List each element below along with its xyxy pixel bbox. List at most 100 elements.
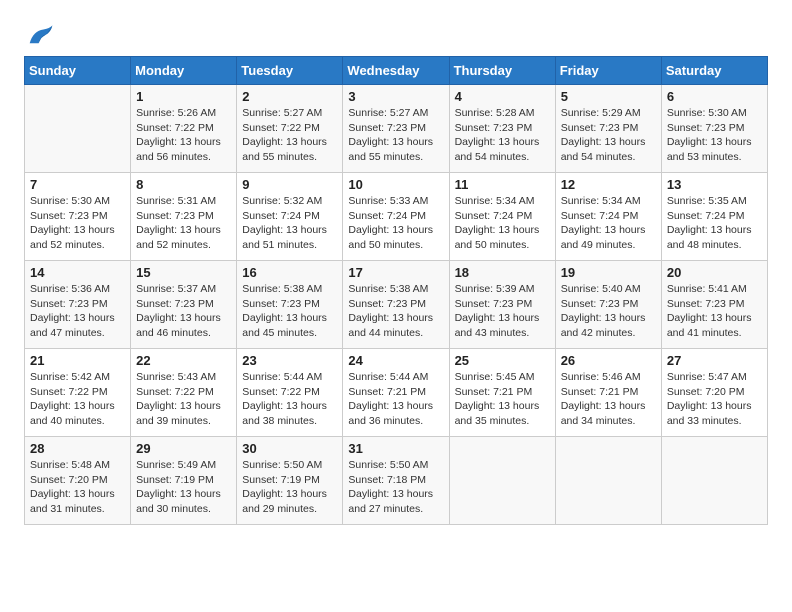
calendar-week-row: 21Sunrise: 5:42 AMSunset: 7:22 PMDayligh… <box>25 349 768 437</box>
calendar-cell: 26Sunrise: 5:46 AMSunset: 7:21 PMDayligh… <box>555 349 661 437</box>
calendar-cell: 5 Sunrise: 5:29 AMSunset: 7:23 PMDaylight… <box>555 85 661 173</box>
calendar-cell: 19Sunrise: 5:40 AMSunset: 7:23 PMDayligh… <box>555 261 661 349</box>
calendar-cell: 15Sunrise: 5:37 AMSunset: 7:23 PMDayligh… <box>131 261 237 349</box>
cell-line: and 54 minutes. <box>455 150 550 165</box>
cell-content: Sunrise: 5:27 AMSunset: 7:23 PMDaylight:… <box>348 106 443 165</box>
cell-line: Sunset: 7:22 PM <box>242 385 337 400</box>
cell-line: Sunrise: 5:29 AM <box>561 106 656 121</box>
calendar-cell: 17Sunrise: 5:38 AMSunset: 7:23 PMDayligh… <box>343 261 449 349</box>
cell-line: Sunrise: 5:44 AM <box>348 370 443 385</box>
calendar-cell: 20Sunrise: 5:41 AMSunset: 7:23 PMDayligh… <box>661 261 767 349</box>
weekday-header: Thursday <box>449 57 555 85</box>
cell-line: Sunset: 7:23 PM <box>136 297 231 312</box>
cell-line: and 41 minutes. <box>667 326 762 341</box>
cell-line: Sunset: 7:23 PM <box>667 121 762 136</box>
cell-line: and 30 minutes. <box>136 502 231 517</box>
cell-line: and 53 minutes. <box>667 150 762 165</box>
cell-line: Daylight: 13 hours <box>348 311 443 326</box>
cell-line: and 54 minutes. <box>561 150 656 165</box>
calendar-cell: 14Sunrise: 5:36 AMSunset: 7:23 PMDayligh… <box>25 261 131 349</box>
day-number: 13 <box>667 177 762 192</box>
day-number: 1 <box>136 89 231 104</box>
logo-bird-icon <box>26 24 54 46</box>
day-number: 27 <box>667 353 762 368</box>
cell-line: Sunset: 7:23 PM <box>455 297 550 312</box>
cell-line: Daylight: 13 hours <box>242 399 337 414</box>
cell-content: Sunrise: 5:50 AMSunset: 7:18 PMDaylight:… <box>348 458 443 517</box>
cell-line: Daylight: 13 hours <box>30 399 125 414</box>
cell-line: Sunset: 7:20 PM <box>667 385 762 400</box>
calendar-cell <box>661 437 767 525</box>
cell-line: and 55 minutes. <box>348 150 443 165</box>
day-number: 3 <box>348 89 443 104</box>
cell-line: and 42 minutes. <box>561 326 656 341</box>
cell-line: and 56 minutes. <box>136 150 231 165</box>
cell-line: Daylight: 13 hours <box>561 223 656 238</box>
cell-line: and 43 minutes. <box>455 326 550 341</box>
cell-line: Sunrise: 5:38 AM <box>242 282 337 297</box>
cell-line: Sunset: 7:23 PM <box>561 121 656 136</box>
cell-line: Sunset: 7:23 PM <box>455 121 550 136</box>
cell-line: Sunset: 7:24 PM <box>561 209 656 224</box>
cell-line: Daylight: 13 hours <box>667 223 762 238</box>
cell-line: Sunrise: 5:37 AM <box>136 282 231 297</box>
cell-line: Daylight: 13 hours <box>455 311 550 326</box>
day-number: 4 <box>455 89 550 104</box>
cell-line: Sunset: 7:22 PM <box>30 385 125 400</box>
cell-line: Sunset: 7:24 PM <box>348 209 443 224</box>
calendar-table: SundayMondayTuesdayWednesdayThursdayFrid… <box>24 56 768 525</box>
calendar-week-row: 28Sunrise: 5:48 AMSunset: 7:20 PMDayligh… <box>25 437 768 525</box>
cell-line: Sunrise: 5:50 AM <box>348 458 443 473</box>
cell-line: Daylight: 13 hours <box>455 223 550 238</box>
weekday-header: Friday <box>555 57 661 85</box>
cell-line: Sunrise: 5:44 AM <box>242 370 337 385</box>
day-number: 30 <box>242 441 337 456</box>
cell-line: and 47 minutes. <box>30 326 125 341</box>
day-number: 17 <box>348 265 443 280</box>
cell-line: Sunrise: 5:26 AM <box>136 106 231 121</box>
cell-line: and 33 minutes. <box>667 414 762 429</box>
cell-line: Daylight: 13 hours <box>561 135 656 150</box>
cell-line: Sunset: 7:23 PM <box>30 297 125 312</box>
cell-line: Sunset: 7:22 PM <box>136 385 231 400</box>
day-number: 24 <box>348 353 443 368</box>
cell-line: Daylight: 13 hours <box>136 135 231 150</box>
cell-content: Sunrise: 5:40 AMSunset: 7:23 PMDaylight:… <box>561 282 656 341</box>
day-number: 11 <box>455 177 550 192</box>
day-number: 14 <box>30 265 125 280</box>
cell-line: Sunset: 7:24 PM <box>455 209 550 224</box>
cell-line: Sunset: 7:20 PM <box>30 473 125 488</box>
cell-line: and 52 minutes. <box>136 238 231 253</box>
day-number: 5 <box>561 89 656 104</box>
cell-line: and 48 minutes. <box>667 238 762 253</box>
cell-content: Sunrise: 5:45 AMSunset: 7:21 PMDaylight:… <box>455 370 550 429</box>
cell-line: Sunset: 7:23 PM <box>242 297 337 312</box>
cell-line: Sunset: 7:23 PM <box>30 209 125 224</box>
cell-line: Daylight: 13 hours <box>667 135 762 150</box>
day-number: 26 <box>561 353 656 368</box>
cell-line: Sunrise: 5:34 AM <box>455 194 550 209</box>
cell-line: Sunset: 7:22 PM <box>242 121 337 136</box>
cell-content: Sunrise: 5:50 AMSunset: 7:19 PMDaylight:… <box>242 458 337 517</box>
calendar-cell: 12Sunrise: 5:34 AMSunset: 7:24 PMDayligh… <box>555 173 661 261</box>
cell-line: Daylight: 13 hours <box>30 487 125 502</box>
calendar-cell <box>555 437 661 525</box>
cell-line: Sunrise: 5:50 AM <box>242 458 337 473</box>
cell-line: and 29 minutes. <box>242 502 337 517</box>
cell-line: Sunrise: 5:28 AM <box>455 106 550 121</box>
calendar-cell: 18Sunrise: 5:39 AMSunset: 7:23 PMDayligh… <box>449 261 555 349</box>
cell-content: Sunrise: 5:30 AMSunset: 7:23 PMDaylight:… <box>667 106 762 165</box>
cell-line: and 50 minutes. <box>455 238 550 253</box>
calendar-cell: 24Sunrise: 5:44 AMSunset: 7:21 PMDayligh… <box>343 349 449 437</box>
cell-content: Sunrise: 5:34 AMSunset: 7:24 PMDaylight:… <box>455 194 550 253</box>
page-header <box>24 20 768 46</box>
calendar-cell: 8Sunrise: 5:31 AMSunset: 7:23 PMDaylight… <box>131 173 237 261</box>
logo <box>24 24 54 46</box>
cell-line: Sunrise: 5:35 AM <box>667 194 762 209</box>
calendar-cell: 30 Sunrise: 5:50 AMSunset: 7:19 PMDayligh… <box>237 437 343 525</box>
cell-line: and 34 minutes. <box>561 414 656 429</box>
calendar-cell: 2Sunrise: 5:27 AMSunset: 7:22 PMDaylight… <box>237 85 343 173</box>
cell-line: and 55 minutes. <box>242 150 337 165</box>
cell-line: Daylight: 13 hours <box>242 311 337 326</box>
cell-content: Sunrise: 5:39 AMSunset: 7:23 PMDaylight:… <box>455 282 550 341</box>
